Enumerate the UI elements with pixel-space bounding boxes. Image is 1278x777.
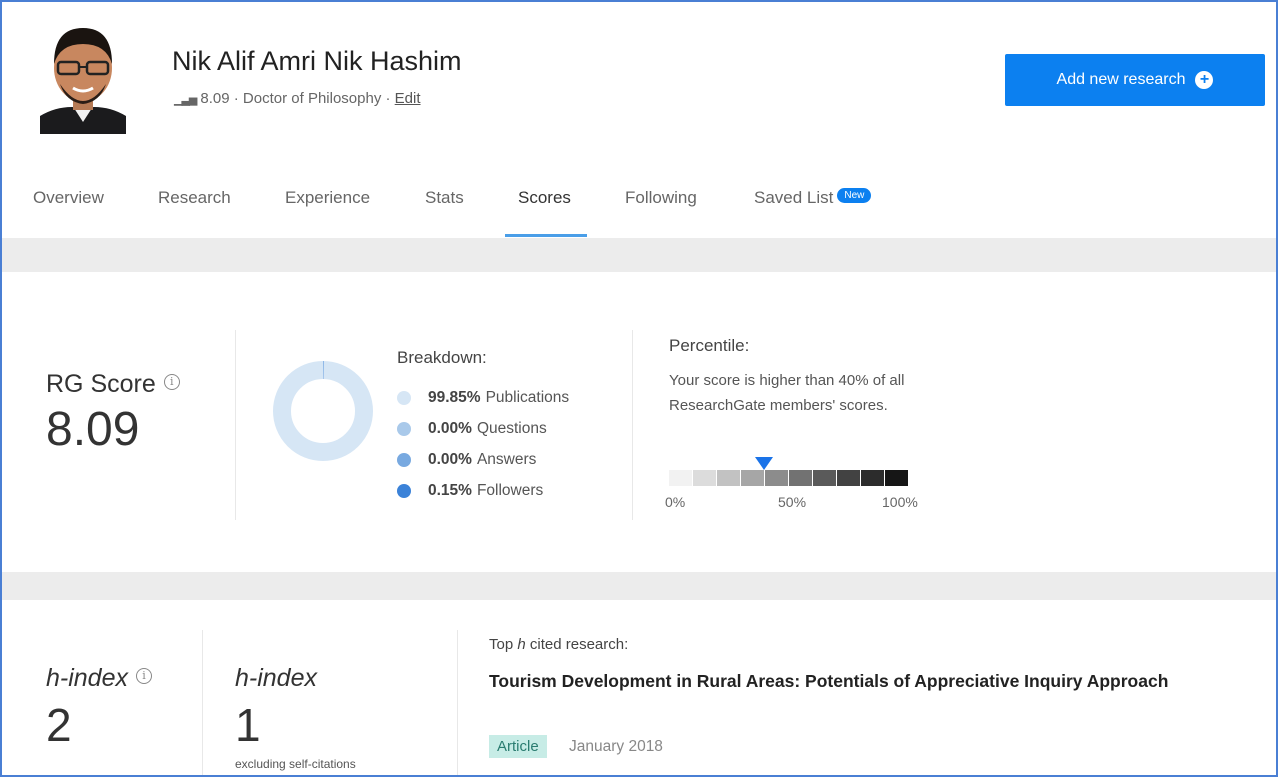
add-new-research-label: Add new research xyxy=(1056,71,1186,88)
profile-subtitle: ▁▃▅ 8.09 · Doctor of Philosophy · Edit xyxy=(174,90,421,107)
profile-tabs: Overview Research Experience Stats Score… xyxy=(2,182,1276,238)
add-new-research-button[interactable]: Add new research + xyxy=(1005,54,1265,106)
top-cited-prefix: Top xyxy=(489,636,514,653)
tab-saved-list-label: Saved List xyxy=(754,188,834,207)
percentile-segment xyxy=(765,470,788,486)
rg-score-card: RG Score i 8.09 Breakdown: 99.85% Publica… xyxy=(2,272,1276,572)
percentile-segment xyxy=(789,470,812,486)
tab-scores[interactable]: Scores xyxy=(518,188,571,208)
breakdown-legend: 99.85% Publications 0.00% Questions 0.00… xyxy=(397,382,569,506)
percentile-label-50: 50% xyxy=(778,494,807,510)
info-icon[interactable]: i xyxy=(136,668,152,685)
legend-item-questions: 0.00% Questions xyxy=(397,413,569,444)
active-tab-indicator xyxy=(505,234,587,237)
rg-score-value: 8.09 xyxy=(46,403,140,456)
bar-chart-icon: ▁▃▅ xyxy=(174,94,197,106)
tab-saved-list[interactable]: Saved List New xyxy=(754,188,872,208)
percentile-label-0: 0% xyxy=(665,494,686,510)
profile-header: Nik Alif Amri Nik Hashim ▁▃▅ 8.09 · Docto… xyxy=(2,2,1276,152)
legend-label: Followers xyxy=(476,481,544,499)
legend-label: Questions xyxy=(476,419,547,437)
tab-research[interactable]: Research xyxy=(158,188,231,208)
legend-item-publications: 99.85% Publications xyxy=(397,382,569,413)
top-cited-title: Top h cited research: xyxy=(489,636,629,653)
percentile-segment xyxy=(813,470,836,486)
h-index-excl-label-text: h-index xyxy=(235,664,317,692)
rg-score-label: RG Score i xyxy=(46,370,180,399)
tab-following[interactable]: Following xyxy=(625,188,697,208)
profile-page: Nik Alif Amri Nik Hashim ▁▃▅ 8.09 · Docto… xyxy=(0,0,1278,777)
percentile-segment xyxy=(669,470,692,486)
percentile-title: Percentile: xyxy=(669,336,750,355)
percentile-segment xyxy=(693,470,716,486)
top-paper-title-link[interactable]: Tourism Development in Rural Areas: Pote… xyxy=(489,668,1179,695)
percentile-segment xyxy=(837,470,860,486)
legend-percent: 0.00% xyxy=(428,450,472,468)
profile-score: 8.09 xyxy=(200,90,230,107)
breakdown-title: Breakdown: xyxy=(397,348,487,367)
section-separator xyxy=(2,238,1276,272)
top-cited-suffix: cited research: xyxy=(529,636,629,653)
legend-label: Answers xyxy=(476,450,537,468)
legend-dot xyxy=(397,421,411,436)
rg-score-label-text: RG Score xyxy=(46,370,156,398)
tab-overview[interactable]: Overview xyxy=(33,188,104,208)
percentile-marker-icon xyxy=(755,457,773,470)
excluding-self-citations-note: excluding self-citations xyxy=(235,757,356,771)
h-index-label-text: h-index xyxy=(46,664,128,692)
breakdown-donut-chart xyxy=(273,361,373,461)
divider xyxy=(457,630,458,775)
info-icon[interactable]: i xyxy=(163,374,180,391)
legend-label: Publications xyxy=(485,388,570,406)
legend-dot xyxy=(397,390,411,405)
legend-item-followers: 0.15% Followers xyxy=(397,475,569,506)
percentile-label-100: 100% xyxy=(882,494,918,510)
percentile-bar xyxy=(669,470,909,486)
h-index-value: 2 xyxy=(46,699,72,751)
percentile-segment xyxy=(717,470,740,486)
article-date: January 2018 xyxy=(569,738,663,755)
percentile-segment xyxy=(741,470,764,486)
percentile-segment xyxy=(861,470,884,486)
legend-item-answers: 0.00% Answers xyxy=(397,444,569,475)
profile-name: Nik Alif Amri Nik Hashim xyxy=(172,46,462,76)
avatar[interactable] xyxy=(40,18,126,134)
percentile-description: Your score is higher than 40% of all Res… xyxy=(669,372,905,414)
h-index-excl-label: h-index xyxy=(235,664,317,693)
tab-stats[interactable]: Stats xyxy=(425,188,464,208)
edit-link[interactable]: Edit xyxy=(395,90,421,107)
divider xyxy=(235,330,236,520)
legend-percent: 0.00% xyxy=(428,419,472,437)
percentile-segment xyxy=(885,470,908,486)
divider xyxy=(632,330,633,520)
legend-dot xyxy=(397,483,411,498)
h-index-card: h-index i 2 h-index 1 excluding self-cita… xyxy=(2,600,1276,775)
section-separator xyxy=(2,572,1276,600)
legend-percent: 99.85% xyxy=(428,388,481,406)
h-index-excl-value: 1 xyxy=(235,699,261,751)
profile-degree: · Doctor of Philosophy · xyxy=(233,90,391,107)
legend-dot xyxy=(397,452,411,467)
plus-circle-icon: + xyxy=(1195,71,1214,89)
h-index-label: h-index i xyxy=(46,664,152,693)
legend-percent: 0.15% xyxy=(428,481,472,499)
article-type-badge: Article xyxy=(489,735,547,758)
tab-experience[interactable]: Experience xyxy=(285,188,370,208)
divider xyxy=(202,630,203,775)
new-badge: New xyxy=(837,188,872,204)
